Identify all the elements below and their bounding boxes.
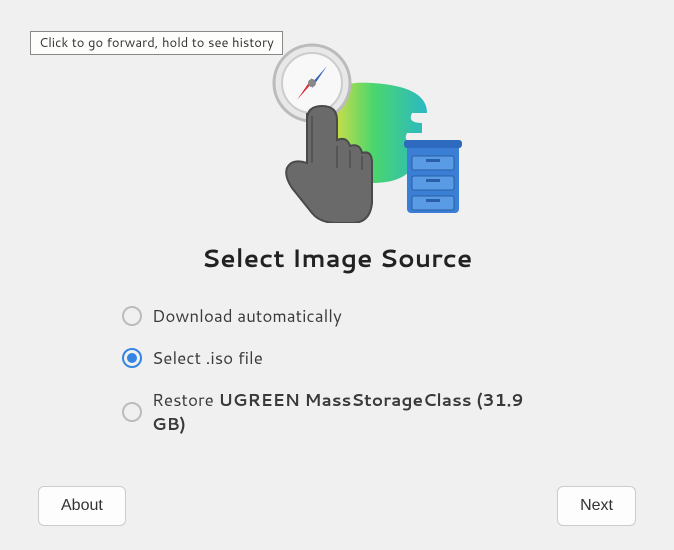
options-group: Download automatically Select .iso file … <box>122 304 552 436</box>
option-select-iso[interactable]: Select .iso file <box>122 346 552 370</box>
radio-icon <box>122 306 142 326</box>
radio-icon <box>122 348 142 368</box>
hero-illustration <box>0 28 674 223</box>
about-button[interactable]: About <box>38 486 126 526</box>
option-label: Select .iso file <box>152 346 263 370</box>
next-button[interactable]: Next <box>557 486 636 526</box>
option-download-auto[interactable]: Download automatically <box>122 304 552 328</box>
footer-buttons: About Next <box>0 486 674 526</box>
tooltip-forward-history: Click to go forward, hold to see history <box>30 31 283 55</box>
radio-icon <box>122 402 142 422</box>
page-title: Select Image Source <box>0 241 674 276</box>
option-label: Download automatically <box>152 304 342 328</box>
option-label: Restore UGREEN MassStorageClass (31.9 GB… <box>152 388 552 436</box>
option-restore[interactable]: Restore UGREEN MassStorageClass (31.9 GB… <box>122 388 552 436</box>
